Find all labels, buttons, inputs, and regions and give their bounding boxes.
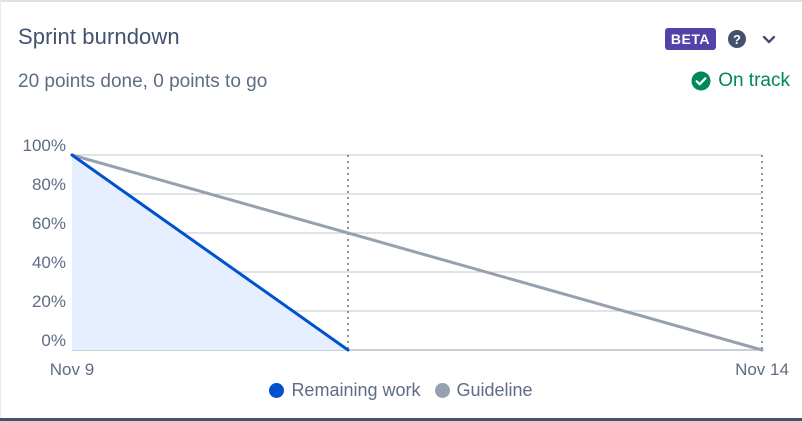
svg-text:?: ? [733, 32, 741, 47]
legend-label-guideline: Guideline [456, 380, 533, 400]
chart-legend: Remaining work Guideline [0, 380, 802, 401]
legend-dot-remaining-work [269, 383, 285, 398]
check-circle-icon [691, 71, 711, 91]
status-text: On track [718, 70, 790, 91]
chevron-down-icon[interactable] [758, 28, 780, 50]
guideline-series-line [70, 153, 764, 352]
y-tick-label: 0% [41, 331, 66, 350]
y-tick-label: 100% [23, 136, 66, 155]
summary-text: 20 points done, 0 points to go [18, 71, 268, 92]
remaining-work-area [72, 155, 348, 350]
beta-badge: BETA [664, 28, 716, 50]
y-tick-label: 80% [32, 175, 66, 194]
x-tick-label: Nov 14 [735, 360, 789, 379]
legend-item-remaining-work[interactable]: Remaining work [269, 380, 421, 401]
legend-dot-guideline [434, 383, 450, 398]
card-top-border [0, 0, 802, 2]
help-circle-icon[interactable]: ? [726, 28, 748, 50]
y-tick-label: 20% [32, 292, 66, 311]
sprint-burndown-card: Sprint burndown BETA ? 20 points done, 0… [0, 0, 802, 421]
legend-item-guideline[interactable]: Guideline [434, 380, 533, 401]
x-tick-label: Nov 9 [50, 360, 94, 379]
burndown-chart: 100% 80% 60% 40% 20% 0% Nov 9 Nov 14 [23, 136, 789, 379]
legend-label-remaining-work: Remaining work [291, 380, 421, 400]
status-indicator: On track [691, 70, 790, 92]
y-tick-label: 60% [32, 214, 66, 233]
card-left-border [0, 0, 1, 421]
header-actions: BETA ? [664, 26, 780, 52]
remaining-work-series-line [70, 153, 350, 352]
y-tick-label: 40% [32, 253, 66, 272]
card-title: Sprint burndown [18, 24, 180, 49]
